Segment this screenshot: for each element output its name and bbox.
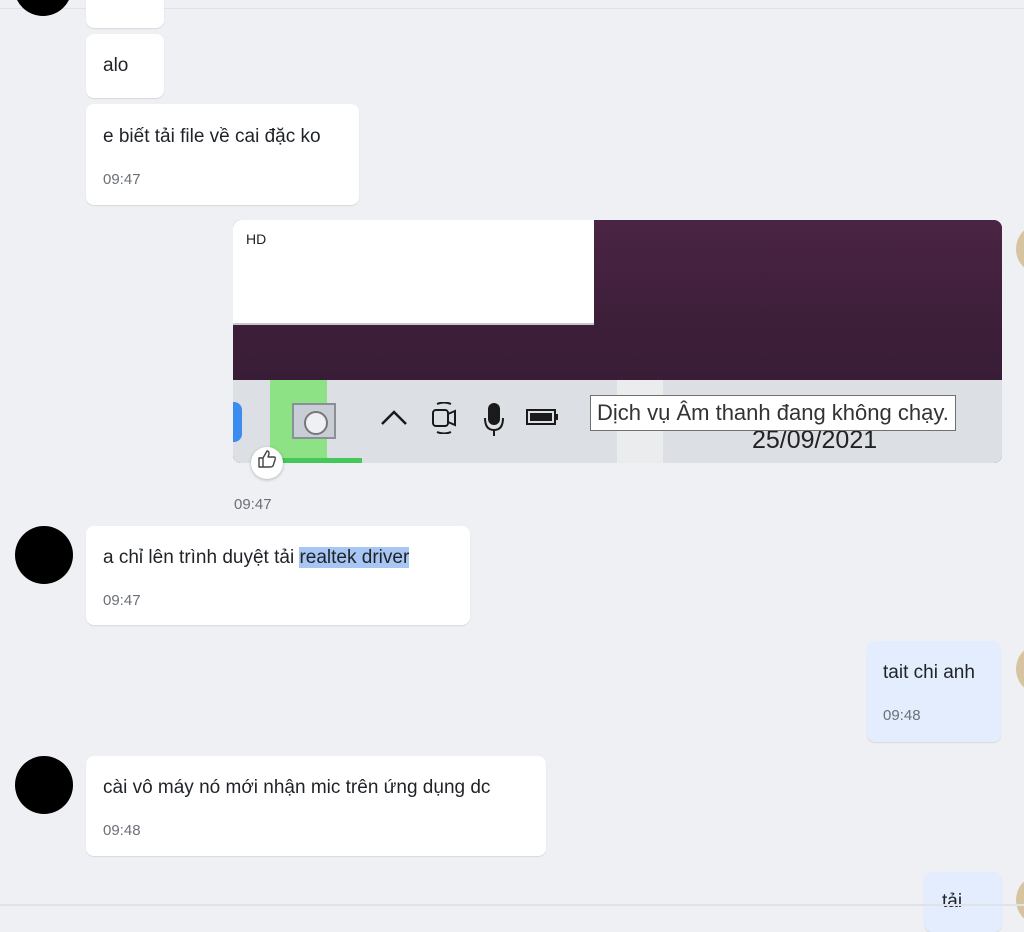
message-bubble: e biết tải file về cai đặc ko 09:47 (86, 104, 359, 205)
my-avatar[interactable] (1016, 226, 1024, 272)
bottom-divider (0, 904, 1024, 906)
taskbar-app-edge (233, 402, 242, 442)
message-text: alo (103, 55, 129, 76)
image-time: 09:47 (234, 496, 272, 513)
audio-service-tooltip: Dịch vụ Âm thanh đang không chạy. (590, 395, 956, 431)
contact-avatar[interactable] (15, 526, 73, 584)
hd-label: HD (246, 231, 267, 247)
message-text: e biết tải file về cai đặc ko (103, 126, 321, 147)
chevron-up-icon (380, 402, 408, 432)
message-time: 09:48 (883, 707, 921, 724)
highlighted-text: realtek driver (299, 547, 410, 568)
my-avatar[interactable] (1016, 646, 1024, 692)
camera-icon (431, 401, 457, 440)
message-text: tait chi anh (883, 662, 975, 683)
taskbar-green-underline (270, 458, 362, 463)
message-bubble-partial (86, 0, 164, 28)
image-attachment[interactable]: HD 25/09/2021 Dịch vụ Âm thanh đang khôn… (233, 220, 1002, 463)
my-avatar[interactable] (1016, 877, 1024, 923)
message-text: cài vô máy nó mới nhận mic trên ứng dụng… (103, 777, 491, 798)
message-bubble: cài vô máy nó mới nhận mic trên ứng dụng… (86, 756, 546, 856)
like-icon[interactable] (251, 447, 283, 479)
taskbar-app-icon (292, 403, 336, 439)
battery-icon (526, 402, 560, 438)
message-bubble: a chỉ lên trình duyệt tải realtek driver… (86, 526, 470, 625)
microphone-icon (483, 402, 505, 444)
outgoing-message-bubble: tait chi anh 09:48 (867, 641, 1001, 742)
message-time: 09:47 (103, 171, 141, 188)
outgoing-message-bubble-partial: tải (924, 872, 1002, 932)
message-text-plain: a chỉ lên trình duyệt tải (103, 547, 300, 568)
message-text: a chỉ lên trình duyệt tải realtek driver (103, 546, 454, 569)
message-time: 09:47 (103, 592, 141, 609)
image-white-panel: HD (233, 220, 594, 325)
message-bubble: alo (86, 34, 164, 98)
message-text: tải (942, 891, 963, 912)
message-time: 09:48 (103, 822, 141, 839)
contact-avatar[interactable] (15, 756, 73, 814)
